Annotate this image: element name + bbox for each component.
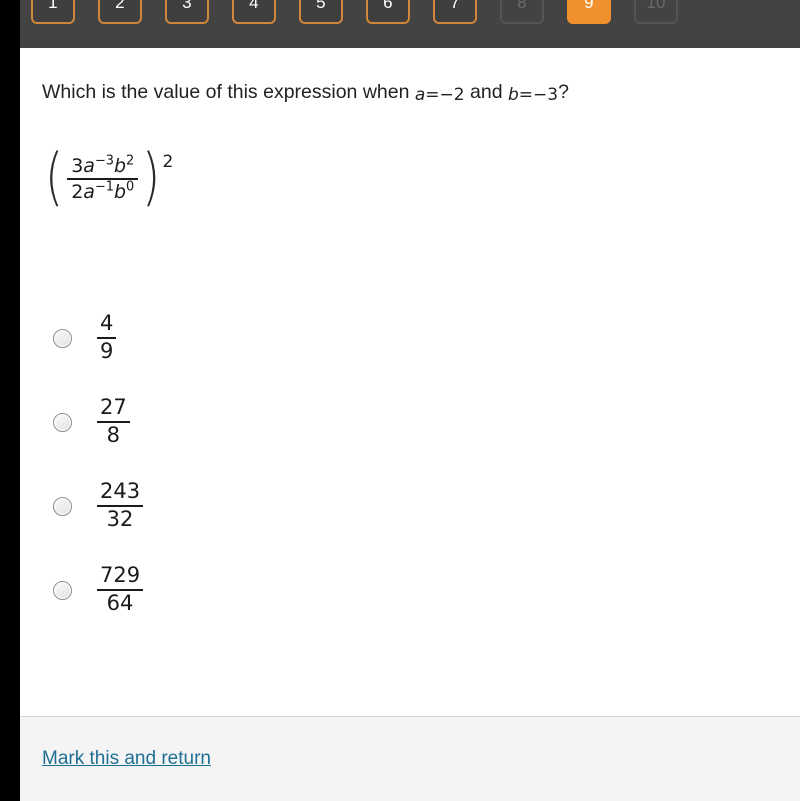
question-nav-button-4[interactable]: 4 (232, 0, 276, 24)
expression-denominator: 2a−1b0 (67, 180, 138, 204)
expression-left-paren: ( (45, 140, 64, 213)
assessment-screen: 1 2 3 4 5 6 7 8 9 10 Which is the value of this e… (0, 0, 800, 801)
question-number-strip: 1 2 3 4 5 6 7 8 9 10 (20, 0, 701, 26)
question-prompt-suffix: ? (558, 81, 569, 103)
equals-b: = (518, 85, 534, 105)
answer-option[interactable]: 243 32 (42, 464, 442, 548)
denominator-b-exponent: 0 (126, 179, 135, 195)
answer-fraction: 49 (97, 311, 117, 364)
question-nav-button-7[interactable]: 7 (433, 0, 477, 24)
denominator-a-base: a (83, 181, 95, 203)
equals-a: = (425, 85, 440, 105)
answer-option[interactable]: 27 8 (42, 380, 442, 464)
question-content-panel: Which is the value of this expression wh… (20, 48, 800, 716)
question-nav-button-6[interactable]: 6 (366, 0, 410, 24)
numerator-a-exponent: −3 (94, 153, 114, 169)
answer-radio-button[interactable] (53, 580, 72, 600)
answer-numerator: 27 (100, 395, 127, 420)
answer-option[interactable]: 49 (42, 296, 442, 380)
variable-a: a (414, 85, 426, 105)
math-expression: ( 3a−3b2 2a−1b0 ) 2 (42, 140, 174, 213)
answer-numerator: 243 (100, 479, 141, 504)
denominator-coefficient: 2 (71, 181, 84, 203)
question-nav-button-5[interactable]: 5 (299, 0, 343, 24)
answer-numerator: 4 (100, 311, 114, 336)
value-a: −2 (439, 85, 465, 105)
expression-numerator: 3a−3b2 (67, 154, 138, 178)
answer-radio-button[interactable] (53, 496, 72, 516)
answer-fraction: 27 8 (97, 395, 130, 448)
numerator-b-exponent: 2 (126, 153, 135, 169)
footer-bar: Mark this and return (20, 717, 800, 801)
numerator-a-base: a (83, 155, 95, 177)
answer-denominator: 9 (100, 339, 114, 363)
numerator-b-base: b (113, 155, 127, 177)
mark-this-and-return-link[interactable]: Mark this and return (42, 748, 211, 770)
answer-numerator: 729 (100, 563, 141, 588)
question-nav-button-3[interactable]: 3 (165, 0, 209, 24)
denominator-b-base: b (113, 181, 127, 203)
question-nav-button-8: 8 (500, 0, 544, 24)
answer-fraction: 729 64 (97, 563, 144, 616)
question-nav-button-10: 10 (634, 0, 678, 24)
value-b: −3 (533, 85, 559, 105)
answer-denominator: 32 (106, 507, 134, 531)
left-gutter (0, 0, 20, 801)
expression-fraction: 3a−3b2 2a−1b0 (67, 154, 139, 204)
question-prompt: Which is the value of this expression wh… (42, 81, 569, 105)
expression-right-paren: ) (142, 140, 161, 213)
expression-outer-exponent: 2 (162, 152, 174, 172)
answer-radio-button[interactable] (53, 328, 72, 348)
variable-b: b (507, 85, 519, 105)
question-nav-button-2[interactable]: 2 (98, 0, 142, 24)
question-nav-button-9[interactable]: 9 (567, 0, 611, 24)
question-nav-band: 1 2 3 4 5 6 7 8 9 10 (20, 0, 800, 48)
denominator-a-exponent: −1 (94, 179, 114, 195)
answer-option[interactable]: 729 64 (42, 548, 442, 632)
question-prompt-prefix: Which is the value of this expression wh… (42, 81, 415, 103)
answer-denominator: 8 (106, 423, 121, 447)
question-nav-button-1[interactable]: 1 (31, 0, 75, 24)
answer-fraction: 243 32 (97, 479, 144, 532)
question-prompt-conjunction: and (464, 81, 508, 103)
numerator-coefficient: 3 (71, 155, 84, 177)
answer-options-list: 4 9 27 8 243 32 729 64 (42, 296, 442, 632)
answer-denominator: 64 (106, 591, 134, 615)
answer-radio-button[interactable] (53, 412, 72, 432)
